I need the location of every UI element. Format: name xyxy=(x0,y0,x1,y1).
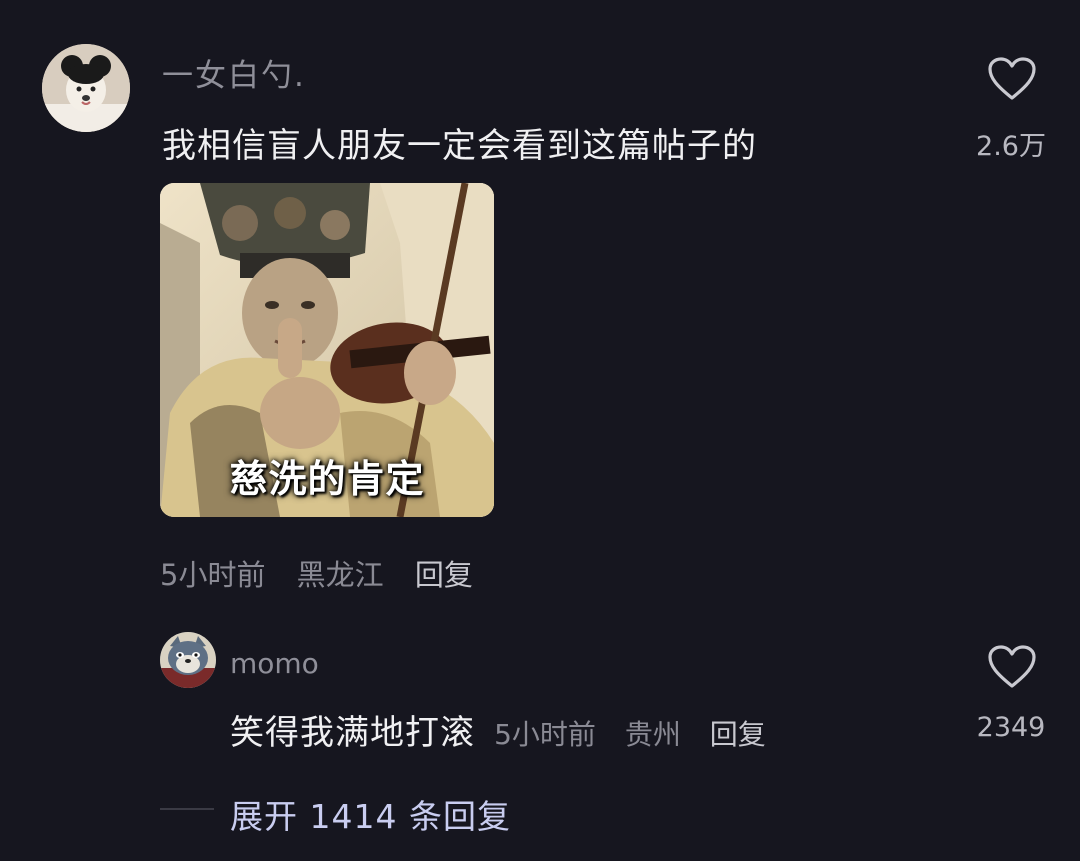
reply-reply-button[interactable]: 回复 xyxy=(710,718,766,751)
reply-button[interactable]: 回复 xyxy=(415,558,473,592)
reply-location: 贵州 xyxy=(624,718,681,751)
comment-location: 黑龙江 xyxy=(296,558,384,592)
heart-icon xyxy=(988,57,1036,100)
like-count: 2.6万 xyxy=(976,131,1046,162)
heart-icon xyxy=(988,645,1036,688)
reply-username[interactable]: momo xyxy=(230,647,319,680)
reply-text: 笑得我满地打滚 xyxy=(230,713,475,753)
comment-text: 我相信盲人朋友一定会看到这篇帖子的 xyxy=(162,126,757,166)
reply-body: 笑得我满地打滚 5小时前 贵州 回复 xyxy=(230,705,766,754)
expand-divider xyxy=(160,808,214,810)
comment-time: 5小时前 xyxy=(160,558,266,592)
reply-time: 5小时前 xyxy=(494,718,596,751)
comment-image[interactable]: 慈洗的肯定 xyxy=(160,183,494,517)
cat-avatar-image xyxy=(160,632,216,688)
like-button[interactable] xyxy=(987,56,1037,106)
dog-avatar-image xyxy=(42,44,130,132)
reply-like-count: 2349 xyxy=(976,712,1046,743)
reply-avatar[interactable] xyxy=(160,632,216,688)
reply-meta: 5小时前 贵州 回复 xyxy=(494,718,766,751)
avatar[interactable] xyxy=(42,44,130,132)
comment-meta: 5小时前 黑龙江 回复 xyxy=(160,552,473,594)
image-caption: 慈洗的肯定 xyxy=(229,457,425,501)
comment-username[interactable]: 一女白勺. xyxy=(162,50,306,95)
reply-like-button[interactable] xyxy=(987,644,1037,694)
expand-replies-button[interactable]: 展开 1414 条回复 xyxy=(230,790,511,838)
